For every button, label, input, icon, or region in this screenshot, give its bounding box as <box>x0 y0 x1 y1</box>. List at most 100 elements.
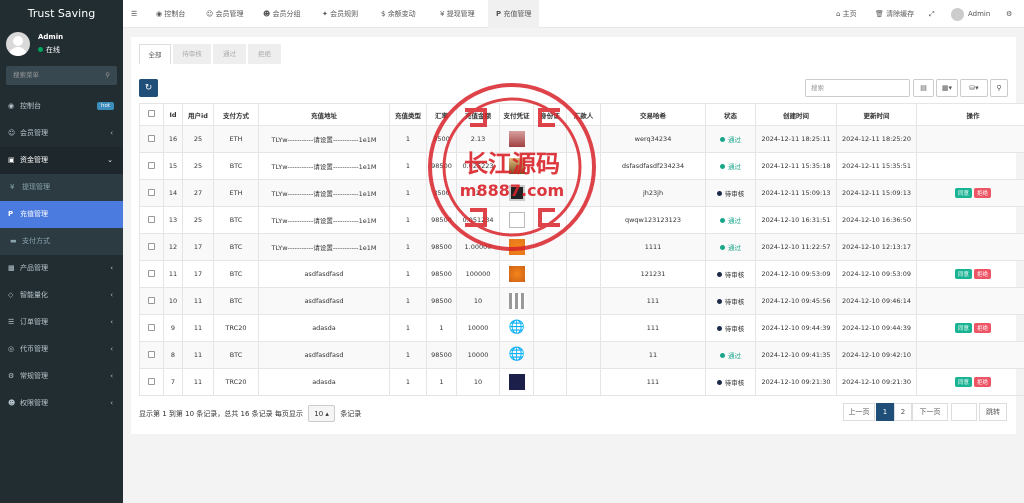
sidebar-item-funds[interactable]: ▣ 资金管理 ⌄ <box>0 147 123 174</box>
sidebar-item-permissions[interactable]: ☻ 权限管理 ‹ <box>0 390 123 417</box>
row-checkbox[interactable] <box>139 368 164 396</box>
col-created[interactable]: 创建时间 <box>755 103 837 126</box>
checkbox[interactable] <box>148 269 155 277</box>
voucher-image[interactable] <box>508 212 525 228</box>
checkbox[interactable] <box>148 134 155 142</box>
sidebar-item-orders[interactable]: ☰ 订单管理 ‹ <box>0 309 123 336</box>
settings-icon[interactable]: ⚙ <box>1006 0 1012 28</box>
filter-tab-pending[interactable]: 待审核 <box>173 44 211 64</box>
app-title[interactable]: Trust Saving <box>0 0 123 28</box>
table-search-input[interactable]: 搜索 <box>805 79 910 97</box>
tab-dashboard[interactable]: ◉ 控制台 <box>156 0 185 28</box>
col-rate[interactable]: 汇率 <box>426 103 457 126</box>
qr-code-icon[interactable] <box>508 293 525 309</box>
prev-page-button[interactable]: 上一页 <box>843 403 875 421</box>
reject-button[interactable]: 拒绝 <box>974 188 992 198</box>
col-status[interactable]: 状态 <box>705 103 756 126</box>
col-updated[interactable]: 更新时间 <box>836 103 917 126</box>
toggle-view-button[interactable]: ▤ <box>913 79 934 97</box>
admin-menu[interactable]: Admin <box>951 0 990 28</box>
row-checkbox[interactable] <box>139 341 164 369</box>
table-row[interactable]: 15 25 BTC TLYw-----------请设置-----------1e1M… <box>139 152 1024 180</box>
table-row[interactable]: 13 25 BTC TLYw-----------请设置-----------1e1M… <box>139 206 1024 234</box>
row-checkbox[interactable] <box>139 179 164 207</box>
sidebar-item-dashboard[interactable]: ◉ 控制台 hot <box>0 93 123 120</box>
tab-member-rules[interactable]: ✦ 会员规则 <box>322 0 358 28</box>
sidebar-item-products[interactable]: ▩ 产品管理 ‹ <box>0 255 123 282</box>
table-row[interactable]: 11 17 BTC asdfasdfasd 1 98500 100000 121231 待审核 2… <box>139 260 1024 288</box>
row-checkbox[interactable] <box>139 287 164 315</box>
checkbox[interactable] <box>148 188 155 196</box>
checkbox[interactable] <box>148 110 155 117</box>
col-pay-method[interactable]: 支付方式 <box>213 103 259 126</box>
clear-cache-link[interactable]: 🗑 清除缓存 <box>875 0 914 28</box>
menu-toggle-icon[interactable]: ☰ <box>131 0 137 28</box>
row-checkbox[interactable] <box>139 260 164 288</box>
checkbox[interactable] <box>148 242 155 250</box>
home-link[interactable]: ⌂ 主页 <box>836 0 857 28</box>
tab-members[interactable]: ☺ 会员管理 <box>206 0 244 28</box>
reject-button[interactable]: 拒绝 <box>974 377 992 387</box>
col-hash[interactable]: 交易哈希 <box>600 103 706 126</box>
approve-button[interactable]: 同意 <box>954 188 972 198</box>
fox-icon[interactable] <box>508 266 525 282</box>
globe-icon[interactable]: 🌐 <box>509 347 525 363</box>
sidebar-item-tokens[interactable]: ◎ 代币管理 ‹ <box>0 336 123 363</box>
sidebar-item-withdraw[interactable]: ¥ 提现管理 <box>0 174 123 201</box>
col-type[interactable]: 充值类型 <box>389 103 427 126</box>
col-amount[interactable]: 充值金额 <box>456 103 500 126</box>
refresh-button[interactable]: ↻ <box>139 79 158 97</box>
tab-balance-changes[interactable]: $ 余额变动 <box>381 0 416 28</box>
table-row[interactable]: 8 11 BTC asdfasdfasd 1 98500 10000 🌐 11 通过 2024-12… <box>139 341 1024 369</box>
sidebar-item-quant[interactable]: ◇ 智能量化 ‹ <box>0 282 123 309</box>
col-remitter[interactable]: 汇款人 <box>566 103 601 126</box>
row-checkbox[interactable] <box>139 314 164 342</box>
fullscreen-icon[interactable]: ⤢ <box>929 0 935 28</box>
filter-tab-all[interactable]: 全部 <box>139 44 171 64</box>
page-1-button[interactable]: 1 <box>876 403 894 421</box>
voucher-image[interactable] <box>508 185 525 201</box>
row-checkbox[interactable] <box>139 206 164 234</box>
table-row[interactable]: 12 17 BTC TLYw-----------请设置-----------1e1M… <box>139 233 1024 261</box>
checkbox[interactable] <box>148 215 155 223</box>
sidebar-search-input[interactable]: 搜索菜单 ⚲ <box>6 66 117 85</box>
voucher-image[interactable] <box>508 374 525 390</box>
col-id-card[interactable]: 身份证 <box>533 103 567 126</box>
page-size-select[interactable]: 10 ▴ <box>308 405 336 422</box>
row-checkbox[interactable] <box>139 233 164 261</box>
fox-icon[interactable] <box>508 239 525 255</box>
col-user-id[interactable]: 用户id <box>182 103 214 126</box>
sidebar-item-payment-method[interactable]: ▬ 支付方式 <box>0 228 123 255</box>
col-voucher[interactable]: 支付凭证 <box>499 103 534 126</box>
table-row[interactable]: 7 11 TRC20 adasda 1 1 10 111 待审核 2024-12-10 09:21… <box>139 368 1024 396</box>
checkbox[interactable] <box>148 161 155 169</box>
select-all-checkbox[interactable] <box>139 103 164 126</box>
globe-icon[interactable]: 🌐 <box>509 320 525 336</box>
row-checkbox[interactable] <box>139 125 164 153</box>
table-row[interactable]: 16 25 ETH TLYw-----------请设置-----------1e1M… <box>139 125 1024 153</box>
approve-button[interactable]: 同意 <box>954 377 972 387</box>
checkbox[interactable] <box>148 296 155 304</box>
tab-recharge[interactable]: P 充值管理 <box>488 0 540 28</box>
checkbox[interactable] <box>148 323 155 331</box>
sidebar-item-members[interactable]: ☺ 会员管理 ‹ <box>0 120 123 147</box>
row-checkbox[interactable] <box>139 152 164 180</box>
approve-button[interactable]: 同意 <box>954 269 972 279</box>
col-id[interactable]: Id <box>163 103 183 126</box>
table-row[interactable]: 14 27 ETH TLYw-----------请设置-----------1e1M… <box>139 179 1024 207</box>
col-address[interactable]: 充值地址 <box>258 103 390 126</box>
filter-tab-approved[interactable]: 通过 <box>213 44 246 64</box>
page-2-button[interactable]: 2 <box>894 403 912 421</box>
voucher-image[interactable] <box>508 158 525 174</box>
reject-button[interactable]: 拒绝 <box>974 323 992 333</box>
columns-button[interactable]: ▦▾ <box>936 79 958 97</box>
sidebar-item-recharge[interactable]: P 充值管理 <box>0 201 123 228</box>
tab-withdraw[interactable]: ¥ 提现管理 <box>440 0 475 28</box>
tab-member-groups[interactable]: ☻ 会员分组 <box>263 0 301 28</box>
export-button[interactable]: ⛁▾ <box>960 79 988 97</box>
filter-tab-rejected[interactable]: 拒绝 <box>248 44 281 64</box>
table-row[interactable]: 9 11 TRC20 adasda 1 1 10000 🌐 111 待审核 2024-12-10 0… <box>139 314 1024 342</box>
next-page-button[interactable]: 下一页 <box>912 403 948 421</box>
voucher-image[interactable] <box>508 131 525 147</box>
reject-button[interactable]: 拒绝 <box>974 269 992 279</box>
